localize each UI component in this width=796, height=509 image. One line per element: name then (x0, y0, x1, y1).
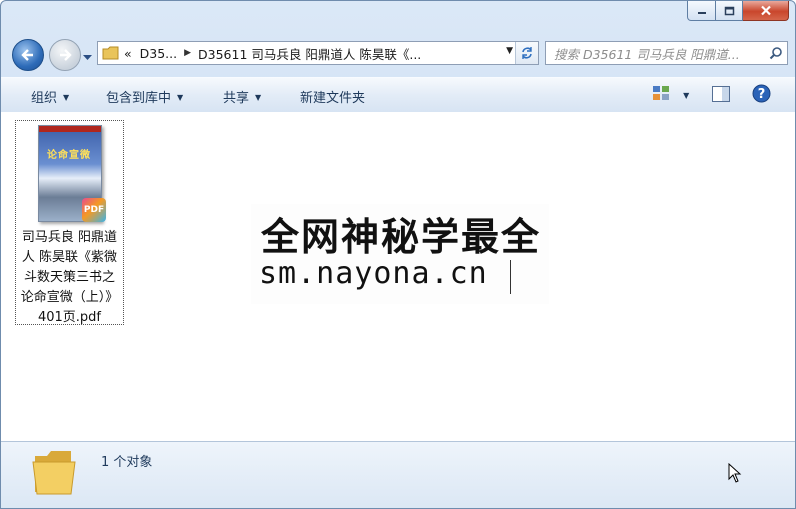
organize-label: 组织 (31, 91, 58, 106)
command-bar: 组织 ▼ 包含到库中 ▼ 共享 ▼ 新建文件夹 ▼ ? (1, 77, 795, 113)
include-in-library-menu[interactable]: 包含到库中 ▼ (106, 87, 183, 106)
file-item[interactable]: 论命宣微 PDF 司马兵良 阳鼎道人 陈昊联《紫微斗数天策三书之论命宣微（上）》… (15, 120, 124, 325)
preview-pane-button[interactable] (712, 86, 730, 106)
cover-top-bar (39, 126, 101, 132)
watermark-line2: sm.nayona.cn (259, 256, 488, 291)
breadcrumb-overflow[interactable]: « (120, 46, 136, 61)
search-box[interactable]: 搜索 D35611 司马兵良 阳鼎道... (545, 41, 788, 65)
explorer-window: « D35... ▶ D35611 司马兵良 阳鼎道人 陈昊联《... ▼ 搜索… (0, 0, 796, 509)
folder-icon (102, 46, 119, 60)
include-library-label: 包含到库中 (106, 91, 172, 106)
organize-menu[interactable]: 组织 ▼ (31, 87, 69, 106)
details-pane: 1 个对象 (1, 441, 795, 508)
view-options-icon (653, 86, 669, 100)
search-icon (769, 47, 782, 60)
file-name[interactable]: 司马兵良 阳鼎道人 陈昊联《紫微斗数天策三书之论命宣微（上）》401页.pdf (18, 228, 121, 328)
refresh-button[interactable] (515, 42, 538, 64)
help-icon: ? (752, 84, 771, 103)
address-dropdown[interactable]: ▼ (506, 46, 513, 56)
maximize-icon (724, 6, 734, 15)
new-folder-button[interactable]: 新建文件夹 (300, 87, 365, 106)
chevron-down-icon: ▼ (63, 93, 70, 102)
breadcrumb-current[interactable]: D35611 司马兵良 阳鼎道人 陈昊联《... (194, 44, 425, 63)
forward-arrow-icon (60, 49, 72, 61)
share-menu[interactable]: 共享 ▼ (223, 87, 261, 106)
minimize-icon (697, 11, 706, 14)
chevron-down-icon: ▼ (177, 93, 184, 102)
close-icon (760, 5, 771, 16)
caption-buttons (687, 1, 789, 21)
chevron-down-icon (83, 55, 92, 60)
navigation-bar: « D35... ▶ D35611 司马兵良 阳鼎道人 陈昊联《... ▼ 搜索… (1, 33, 795, 73)
file-list[interactable]: 论命宣微 PDF 司马兵良 阳鼎道人 陈昊联《紫微斗数天策三书之论命宣微（上）》… (1, 112, 795, 442)
help-button[interactable]: ? (752, 84, 771, 107)
mouse-cursor-icon (728, 462, 742, 486)
search-input[interactable]: 搜索 D35611 司马兵良 阳鼎道... (546, 44, 765, 63)
recent-pages-dropdown[interactable] (83, 50, 92, 64)
item-count: 1 个对象 (101, 455, 153, 470)
new-folder-label: 新建文件夹 (300, 91, 366, 106)
back-button[interactable] (12, 39, 44, 71)
text-caret (510, 260, 511, 294)
back-arrow-icon (21, 49, 33, 61)
folder-icon (31, 448, 77, 499)
preview-pane-icon (712, 86, 730, 102)
cover-title: 论命宣微 (47, 150, 91, 161)
forward-button[interactable] (49, 39, 81, 71)
chevron-down-icon: ▼ (255, 93, 262, 102)
share-label: 共享 (223, 91, 250, 106)
maximize-button[interactable] (716, 1, 743, 21)
refresh-icon (522, 47, 532, 59)
search-button[interactable] (765, 46, 787, 60)
chevron-down-icon: ▼ (683, 91, 690, 100)
view-options-button[interactable]: ▼ (653, 86, 689, 104)
breadcrumb-parent[interactable]: D35... (136, 46, 181, 61)
address-bar[interactable]: « D35... ▶ D35611 司马兵良 阳鼎道人 陈昊联《... ▼ (97, 41, 539, 65)
close-button[interactable] (743, 1, 789, 21)
watermark-line1: 全网神秘学最全 (261, 215, 542, 259)
minimize-button[interactable] (687, 1, 716, 21)
breadcrumb-separator[interactable]: ▶ (181, 48, 194, 58)
watermark-image: 全网神秘学最全 sm.nayona.cn (251, 204, 549, 304)
svg-text:?: ? (758, 87, 766, 102)
pdf-icon: PDF (82, 198, 106, 222)
